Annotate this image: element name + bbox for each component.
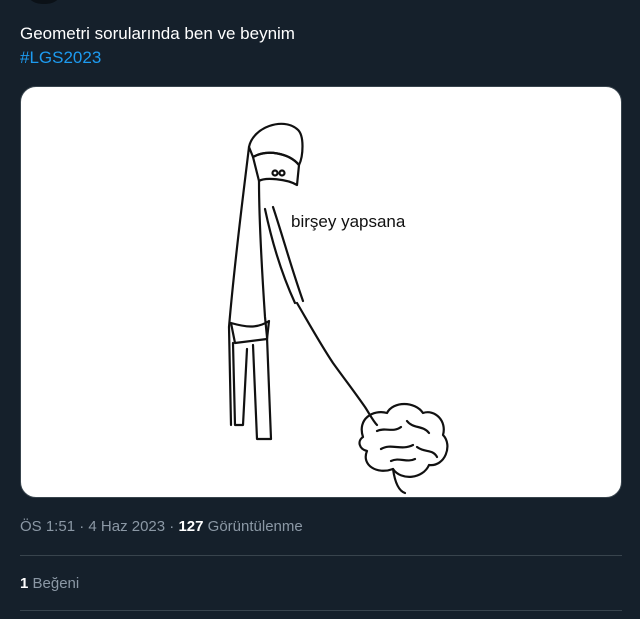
- divider: [20, 610, 622, 611]
- views-count: 127: [178, 518, 204, 535]
- likes-link[interactable]: 1 Beğeni: [20, 575, 79, 592]
- tweet-meta: ÖS 1:51 · 4 Haz 2023 · 127 Görüntülenme: [20, 518, 303, 535]
- tweet-text: Geometri sorularında ben ve beynim #LGS2…: [20, 22, 295, 70]
- likes-count: 1: [20, 575, 29, 592]
- avatar[interactable]: [24, 0, 64, 4]
- tweet-body: Geometri sorularında ben ve beynim: [20, 24, 295, 43]
- tweet-image[interactable]: birşey yapsana: [20, 86, 622, 498]
- tweet-time[interactable]: ÖS 1:51: [20, 518, 75, 535]
- tweet-date[interactable]: 4 Haz 2023: [88, 518, 165, 535]
- hashtag-link[interactable]: #LGS2023: [20, 46, 295, 70]
- meta-separator: ·: [79, 518, 85, 535]
- divider: [20, 555, 622, 556]
- meme-caption: birşey yapsana: [291, 212, 406, 231]
- likes-label: Beğeni: [32, 575, 80, 592]
- views-label: Görüntülenme: [207, 518, 303, 535]
- meta-separator: ·: [169, 518, 175, 535]
- meme-illustration: [227, 122, 449, 495]
